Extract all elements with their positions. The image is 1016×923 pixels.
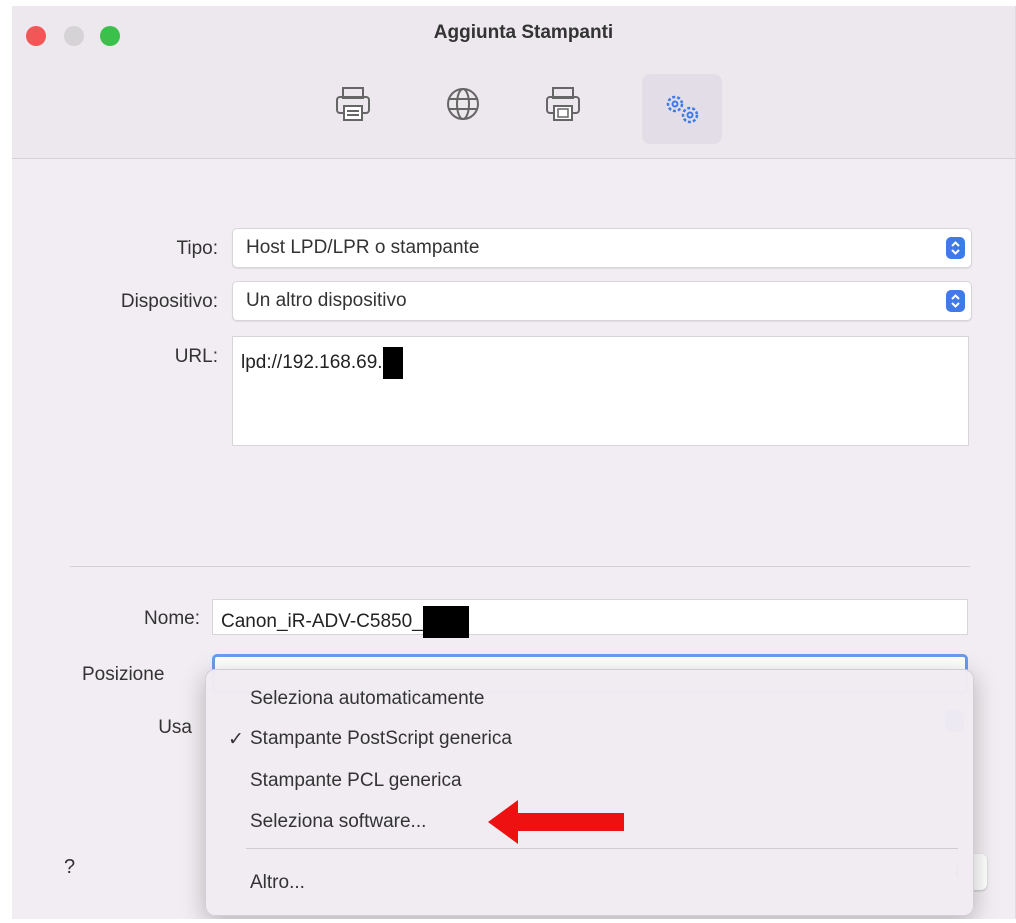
- titlebar: Aggiunta Stampanti: [12, 6, 1015, 159]
- usa-label: Usa: [158, 717, 192, 738]
- toolbar-advanced-button[interactable]: [642, 74, 722, 144]
- dispositivo-label: Dispositivo:: [120, 291, 218, 312]
- redaction-block: [422, 606, 469, 638]
- add-printer-window: Aggiunta Stampanti Tipo: Host LPD/LPR o …: [12, 6, 1016, 919]
- help-button[interactable]: ?: [64, 856, 75, 879]
- menu-item-pcl[interactable]: Stampante PCL generica: [250, 770, 462, 792]
- menu-separator: [246, 848, 958, 849]
- tipo-popup[interactable]: Host LPD/LPR o stampante: [232, 228, 972, 268]
- url-field[interactable]: lpd://192.168.69.: [232, 336, 969, 446]
- url-value: lpd://192.168.69.: [241, 352, 383, 374]
- toolbar-default-button[interactable]: [330, 81, 376, 127]
- menu-item-other[interactable]: Altro...: [250, 872, 305, 894]
- popup-stepper-icon: [946, 237, 965, 259]
- popup-stepper-icon: [946, 290, 965, 312]
- ip-globe-icon: [447, 88, 479, 120]
- dispositivo-value: Un altro dispositivo: [246, 290, 407, 311]
- toolbar-windows-button[interactable]: [540, 81, 586, 127]
- section-divider: [70, 566, 970, 567]
- url-label: URL:: [174, 346, 218, 367]
- toolbar-ip-button[interactable]: [440, 81, 486, 127]
- menu-item-auto[interactable]: Seleziona automaticamente: [250, 688, 484, 710]
- redaction-block: [382, 347, 403, 379]
- posizione-label: Posizione: [82, 664, 165, 685]
- windows-printer-icon: [546, 87, 580, 121]
- nome-field[interactable]: Canon_iR-ADV-C5850_: [212, 599, 968, 638]
- checkmark-icon: ✓: [228, 729, 244, 750]
- nome-label: Nome:: [144, 608, 200, 629]
- menu-item-postscript[interactable]: Stampante PostScript generica: [250, 728, 512, 750]
- menu-item-select-software[interactable]: Seleziona software...: [250, 811, 426, 833]
- default-printer-icon: [336, 87, 370, 121]
- window-title: Aggiunta Stampanti: [433, 22, 614, 43]
- driver-dropdown-menu: Seleziona automaticamente ✓ Stampante Po…: [205, 669, 974, 916]
- dispositivo-popup[interactable]: Un altro dispositivo: [232, 281, 972, 321]
- tipo-value: Host LPD/LPR o stampante: [246, 237, 480, 258]
- red-arrow-annotation-icon: [488, 800, 624, 844]
- advanced-gears-icon: [666, 95, 699, 124]
- nome-value: Canon_iR-ADV-C5850_: [221, 611, 423, 633]
- tipo-label: Tipo:: [176, 238, 218, 259]
